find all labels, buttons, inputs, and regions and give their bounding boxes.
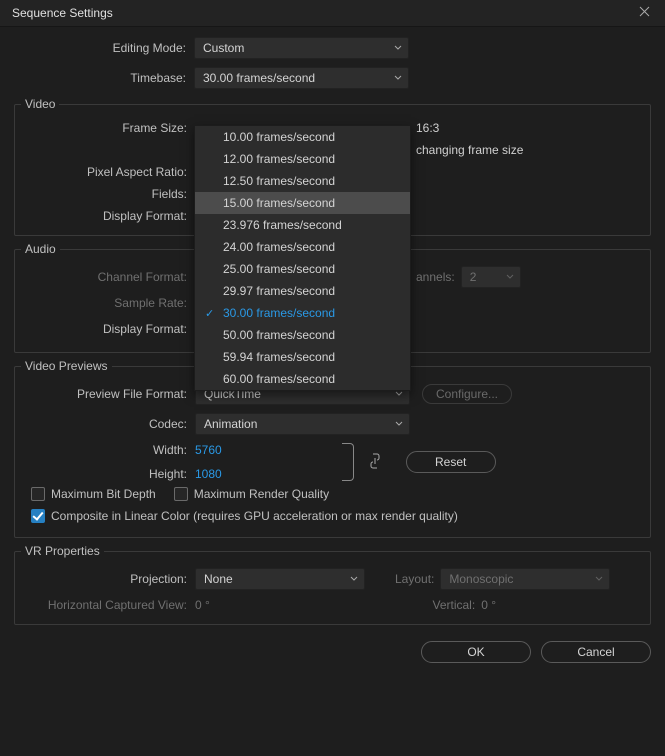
editing-mode-select[interactable]: Custom — [194, 37, 409, 59]
vr-section: VR Properties Projection: None Layout: M… — [14, 544, 651, 625]
layout-label: Layout: — [395, 572, 434, 586]
timebase-label: Timebase: — [14, 71, 194, 85]
video-display-format-label: Display Format: — [15, 209, 195, 223]
timebase-option[interactable]: 50.00 frames/second — [195, 324, 410, 346]
width-label: Width: — [15, 443, 195, 457]
projection-select[interactable]: None — [195, 568, 365, 590]
timebase-value: 30.00 frames/second — [203, 71, 315, 85]
timebase-option[interactable]: 23.976 frames/second — [195, 214, 410, 236]
timebase-option[interactable]: 12.50 frames/second — [195, 170, 410, 192]
link-icon[interactable] — [370, 453, 380, 472]
projection-value: None — [204, 572, 233, 586]
frame-size-note: changing frame size — [416, 143, 523, 157]
cancel-button[interactable]: Cancel — [541, 641, 651, 663]
projection-label: Projection: — [15, 572, 195, 586]
sample-rate-label: Sample Rate: — [15, 296, 195, 310]
ok-button[interactable]: OK — [421, 641, 531, 663]
close-icon[interactable] — [633, 6, 655, 20]
timebase-option[interactable]: 60.00 frames/second — [195, 368, 410, 390]
titlebar: Sequence Settings — [0, 0, 665, 27]
chevron-down-icon — [395, 420, 403, 428]
audio-legend: Audio — [21, 242, 60, 256]
height-label: Height: — [15, 467, 195, 481]
chevron-down-icon — [350, 575, 358, 583]
frame-size-ratio: 16:3 — [416, 121, 439, 135]
timebase-option[interactable]: 12.00 frames/second — [195, 148, 410, 170]
codec-value: Animation — [204, 417, 257, 431]
width-value[interactable]: 5760 — [195, 443, 222, 457]
composite-linear-checkbox[interactable]: Composite in Linear Color (requires GPU … — [31, 509, 458, 523]
layout-select: Monoscopic — [440, 568, 610, 590]
timebase-option[interactable]: 15.00 frames/second — [195, 192, 410, 214]
previews-legend: Video Previews — [21, 359, 112, 373]
configure-button: Configure... — [422, 384, 512, 404]
timebase-option[interactable]: 24.00 frames/second — [195, 236, 410, 258]
codec-label: Codec: — [15, 417, 195, 431]
channels-label: annels: — [416, 270, 455, 284]
timebase-option[interactable]: 30.00 frames/second — [195, 302, 410, 324]
layout-value: Monoscopic — [449, 572, 513, 586]
timebase-select[interactable]: 30.00 frames/second — [194, 67, 409, 89]
bracket-icon — [342, 443, 354, 481]
timebase-option[interactable]: 25.00 frames/second — [195, 258, 410, 280]
chevron-down-icon — [506, 273, 514, 281]
chevron-down-icon — [395, 390, 403, 398]
chevron-down-icon — [595, 575, 603, 583]
vert-view-value: 0 ° — [481, 598, 496, 612]
vr-legend: VR Properties — [21, 544, 104, 558]
reset-button[interactable]: Reset — [406, 451, 496, 473]
checkbox-icon — [174, 487, 188, 501]
chevron-down-icon — [394, 74, 402, 82]
max-bit-depth-checkbox[interactable]: Maximum Bit Depth — [31, 487, 156, 501]
checkbox-icon — [31, 509, 45, 523]
fields-label: Fields: — [15, 187, 195, 201]
channels-select: 2 — [461, 266, 521, 288]
channel-format-label: Channel Format: — [15, 270, 195, 284]
vert-view-label: Vertical: — [423, 598, 475, 612]
window-title: Sequence Settings — [12, 6, 113, 20]
timebase-dropdown[interactable]: 10.00 frames/second12.00 frames/second12… — [194, 125, 411, 391]
audio-display-format-label: Display Format: — [15, 322, 195, 336]
horiz-view-value: 0 ° — [195, 598, 210, 612]
max-render-quality-checkbox[interactable]: Maximum Render Quality — [174, 487, 329, 501]
par-label: Pixel Aspect Ratio: — [15, 165, 195, 179]
frame-size-label: Frame Size: — [15, 121, 195, 135]
preview-format-label: Preview File Format: — [15, 387, 195, 401]
channels-value: 2 — [470, 270, 477, 284]
height-value[interactable]: 1080 — [195, 467, 222, 481]
timebase-option[interactable]: 10.00 frames/second — [195, 126, 410, 148]
chevron-down-icon — [394, 44, 402, 52]
editing-mode-label: Editing Mode: — [14, 41, 194, 55]
timebase-option[interactable]: 59.94 frames/second — [195, 346, 410, 368]
horiz-view-label: Horizontal Captured View: — [15, 598, 195, 612]
video-legend: Video — [21, 97, 59, 111]
editing-mode-value: Custom — [203, 41, 244, 55]
timebase-option[interactable]: 29.97 frames/second — [195, 280, 410, 302]
codec-select[interactable]: Animation — [195, 413, 410, 435]
checkbox-icon — [31, 487, 45, 501]
